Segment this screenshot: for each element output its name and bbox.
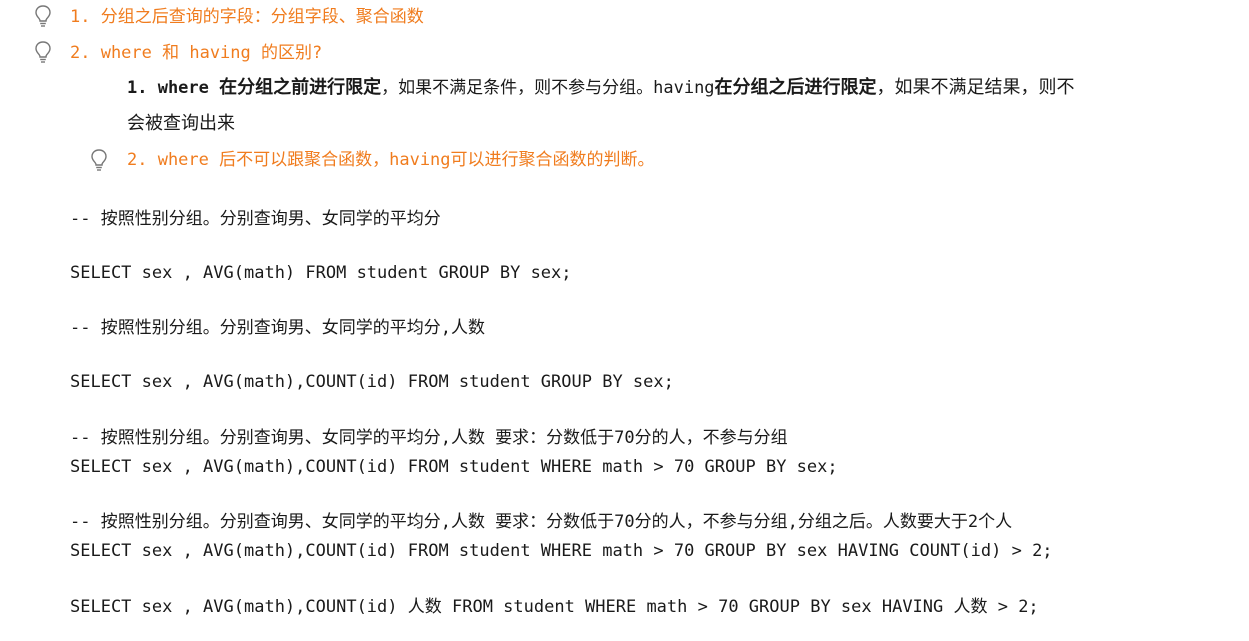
diff-item-1-text-2: ，如果不满足结果，则不 bbox=[876, 77, 1075, 98]
diff-item-1-bold-1: 在分组之前进行限定 bbox=[219, 77, 382, 98]
tip-group-fields: 1. 分组之后查询的字段：分组字段、聚合函数 bbox=[70, 5, 424, 29]
sql-comment-1: -- 按照性别分组。分别查询男、女同学的平均分 bbox=[70, 209, 441, 229]
diff-item-1-prefix: 1. where bbox=[127, 78, 220, 98]
sql-statement-4: SELECT sex , AVG(math),COUNT(id) FROM st… bbox=[70, 541, 1053, 561]
diff-item-2: 2. where 后不可以跟聚合函数，having可以进行聚合函数的判断。 bbox=[127, 148, 655, 172]
lightbulb-icon bbox=[34, 4, 52, 28]
sql-comment-2: -- 按照性别分组。分别查询男、女同学的平均分,人数 bbox=[70, 318, 485, 338]
tip-group-fields-text: 1. 分组之后查询的字段：分组字段、聚合函数 bbox=[70, 7, 424, 27]
lightbulb-icon bbox=[34, 40, 52, 64]
sql-statement-1: SELECT sex , AVG(math) FROM student GROU… bbox=[70, 263, 572, 283]
diff-item-1-continued-text: 会被查询出来 bbox=[127, 113, 235, 134]
sql-statement-2: SELECT sex , AVG(math),COUNT(id) FROM st… bbox=[70, 372, 674, 392]
sql-statement-5: SELECT sex , AVG(math),COUNT(id) 人数 FROM… bbox=[70, 597, 1039, 617]
sql-statement-3: SELECT sex , AVG(math),COUNT(id) FROM st… bbox=[70, 457, 838, 477]
diff-item-1: 1. where 在分组之前进行限定，如果不满足条件，则不参与分组。having… bbox=[127, 76, 1075, 100]
diff-item-1-bold-2: 在分组之后进行限定 bbox=[714, 77, 877, 98]
diff-item-1-text-1: ，如果不满足条件，则不参与分组。having bbox=[381, 78, 715, 98]
diff-item-2-text: 2. where 后不可以跟聚合函数，having可以进行聚合函数的判断。 bbox=[127, 150, 655, 170]
diff-item-1-continued: 会被查询出来 bbox=[127, 112, 235, 136]
lightbulb-icon bbox=[90, 148, 108, 172]
tip-where-having: 2. where 和 having 的区别? bbox=[70, 41, 322, 65]
tip-where-having-text: 2. where 和 having 的区别? bbox=[70, 43, 323, 63]
sql-comment-4: -- 按照性别分组。分别查询男、女同学的平均分,人数 要求：分数低于70分的人，… bbox=[70, 512, 1013, 532]
sql-comment-3: -- 按照性别分组。分别查询男、女同学的平均分,人数 要求：分数低于70分的人，… bbox=[70, 428, 788, 448]
